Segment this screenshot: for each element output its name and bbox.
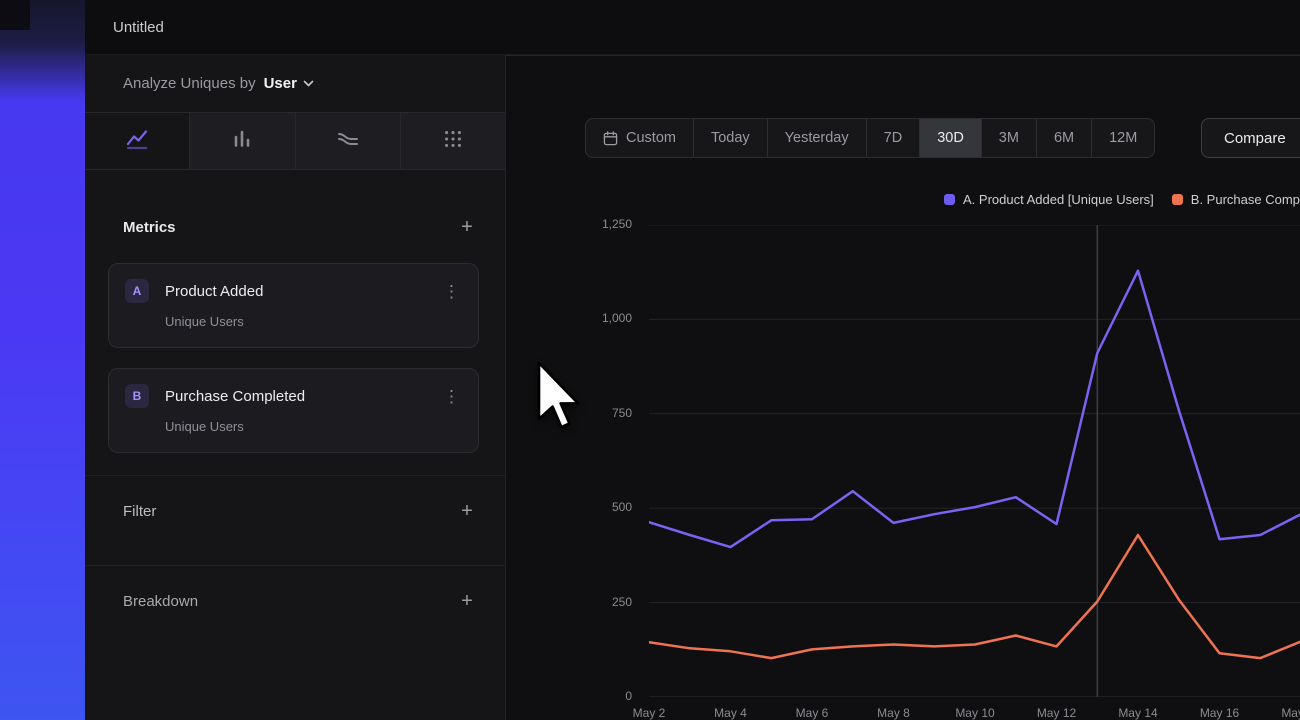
x-axis-label: May 10 [945,706,1005,720]
legend-swatch [1172,194,1183,205]
range-label: Custom [626,130,676,146]
breakdown-section-header: Breakdown + [123,587,479,615]
left-accent-strip [0,0,85,720]
metric-card-row: B Purchase Completed ⋮ [125,384,466,408]
metric-card-row: A Product Added ⋮ [125,279,466,303]
x-axis-label: May 14 [1108,706,1168,720]
corner-block [0,0,30,30]
report-title[interactable]: Untitled [113,19,164,36]
metric-badge-b: B [125,384,149,408]
legend-swatch [944,194,955,205]
metric-card-a[interactable]: A Product Added ⋮ Unique Users [108,263,479,348]
legend-item-a[interactable]: A. Product Added [Unique Users] [944,192,1154,207]
mouse-cursor [537,361,583,431]
plus-icon: + [461,500,473,523]
analyze-header: Analyze Uniques by User [85,55,505,112]
add-filter-button[interactable]: + [455,499,479,523]
plus-icon: + [461,216,473,239]
y-axis-label: 0 [564,689,632,703]
bar-chart-icon [230,127,254,156]
compare-button[interactable]: Compare [1201,118,1300,158]
range-button-yesterday[interactable]: Yesterday [767,119,866,157]
metric-name: Product Added [165,283,437,300]
y-axis-label: 1,000 [564,311,632,325]
analyze-label: Analyze Uniques by [123,75,256,92]
chart-panel: Custom TodayYesterday7D30D3M6M12M Compare… [505,55,1300,720]
line-chart[interactable] [649,225,1300,697]
x-axis-label: May 16 [1190,706,1250,720]
x-axis-label: May 4 [701,706,761,720]
x-axis-label: May 18 [1271,706,1300,720]
line-chart-icon [125,127,149,156]
analyze-by-dropdown[interactable]: User [264,75,314,92]
metric-badge-a: A [125,279,149,303]
range-button-7d[interactable]: 7D [866,119,920,157]
tab-bar-chart[interactable] [190,113,295,169]
range-button-30d[interactable]: 30D [919,119,981,157]
y-axis-label: 1,250 [564,217,632,231]
legend-label: A. Product Added [Unique Users] [963,192,1154,207]
filter-title: Filter [123,503,156,520]
x-axis-label: May 8 [864,706,924,720]
top-bar: Untitled [85,0,1300,55]
tab-line-chart[interactable] [85,113,190,169]
y-axis-label: 500 [564,500,632,514]
x-axis-label: May 2 [619,706,679,720]
chevron-down-icon [303,80,314,87]
plus-icon: + [461,590,473,613]
x-axis-label: May 12 [1027,706,1087,720]
range-button-12m[interactable]: 12M [1091,119,1154,157]
range-button-3m[interactable]: 3M [981,119,1036,157]
add-breakdown-button[interactable]: + [455,589,479,613]
filter-section-header: Filter + [123,497,479,525]
metrics-title: Metrics [123,219,176,236]
flow-icon [336,127,360,156]
metric-subtitle[interactable]: Unique Users [165,419,466,434]
breakdown-title: Breakdown [123,593,198,610]
analyze-by-value: User [264,75,297,92]
calendar-icon [603,131,618,146]
tab-flow[interactable] [296,113,401,169]
tab-grid[interactable] [401,113,505,169]
metric-subtitle[interactable]: Unique Users [165,314,466,329]
range-button-6m[interactable]: 6M [1036,119,1091,157]
section-divider [85,475,505,476]
query-sidebar: Analyze Uniques by User [85,55,505,720]
legend-label: B. Purchase Completed [Unique Users] [1191,192,1300,207]
metric-card-b[interactable]: B Purchase Completed ⋮ Unique Users [108,368,479,453]
y-axis-label: 250 [564,595,632,609]
kebab-menu-icon[interactable]: ⋮ [437,281,466,302]
legend-item-b[interactable]: B. Purchase Completed [Unique Users] [1172,192,1300,207]
date-range-group: Custom TodayYesterday7D30D3M6M12M [585,118,1155,158]
app-window: Untitled Analyze Uniques by User [0,0,1300,720]
chart-legend: A. Product Added [Unique Users] B. Purcha… [944,192,1300,207]
add-metric-button[interactable]: + [455,215,479,239]
kebab-menu-icon[interactable]: ⋮ [437,386,466,407]
x-axis-label: May 6 [782,706,842,720]
metric-name: Purchase Completed [165,388,437,405]
grid-dots-icon [442,128,464,155]
range-button-custom[interactable]: Custom [586,119,693,157]
visualization-tab-strip [85,112,505,170]
section-divider [85,565,505,566]
range-button-today[interactable]: Today [693,119,767,157]
series-line-b [649,535,1300,658]
metrics-section-header: Metrics + [123,213,479,241]
series-line-a [649,271,1300,547]
